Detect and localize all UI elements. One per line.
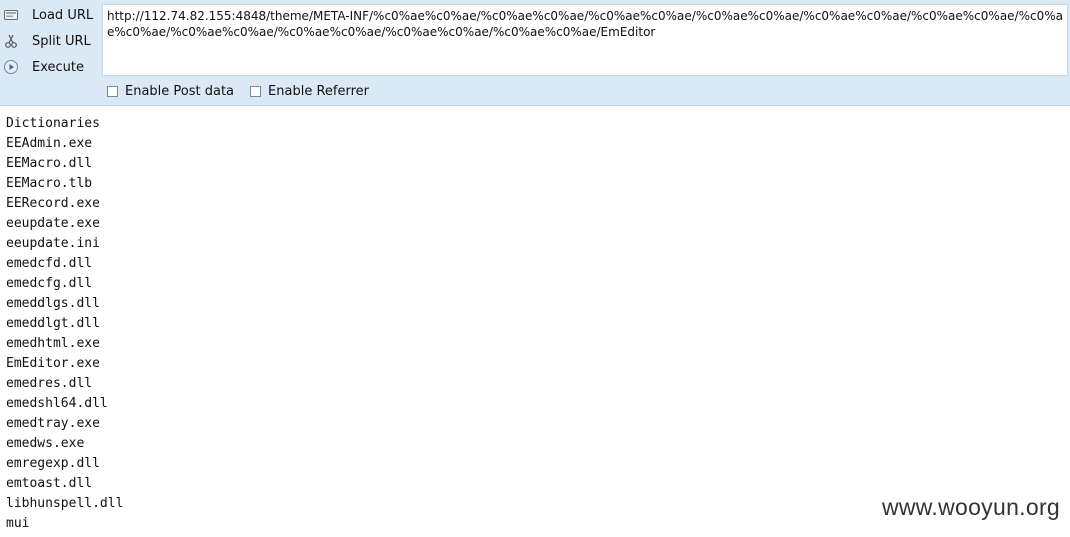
list-item: EmEditor.exe: [6, 356, 100, 371]
list-item: libhunspell.dll: [6, 496, 124, 511]
enable-post-label: Enable Post data: [125, 84, 235, 99]
split-url-icon: [3, 33, 19, 49]
execute-button[interactable]: Execute: [0, 54, 100, 80]
list-item: emeddlgs.dll: [6, 296, 100, 311]
load-url-button[interactable]: Load URL: [0, 2, 100, 28]
url-textarea[interactable]: http://112.74.82.155:4848/theme/META-INF…: [102, 4, 1068, 76]
enable-referrer-checkbox[interactable]: [250, 86, 262, 97]
list-item: EERecord.exe: [6, 196, 100, 211]
watermark-text: www.wooyun.org: [881, 494, 1060, 520]
list-item: emtoast.dll: [6, 476, 93, 491]
load-url-label: Load URL: [32, 7, 94, 23]
list-item: emedres.dll: [6, 376, 93, 391]
list-item: eeupdate.ini: [6, 236, 100, 251]
list-item: emedcfd.dll: [6, 256, 93, 271]
list-item: emregexp.dll: [6, 456, 100, 471]
list-item: mui: [6, 516, 30, 531]
list-item: eeupdate.exe: [6, 216, 100, 231]
list-item: emedws.exe: [6, 436, 85, 451]
list-item: EEMacro.tlb: [6, 176, 93, 191]
enable-post-checkbox[interactable]: [107, 86, 118, 97]
list-item: emedcfg.dll: [6, 276, 93, 291]
list-item: emedhtml.exe: [6, 336, 100, 351]
execute-icon: [3, 59, 19, 75]
split-url-button[interactable]: Split URL: [0, 28, 100, 54]
list-item: Dictionaries: [6, 116, 100, 131]
options-row: Enable Post data Enable Referrer: [107, 84, 385, 99]
execute-label: Execute: [32, 59, 84, 75]
enable-referrer-label: Enable Referrer: [268, 84, 369, 99]
directory-listing: Dictionaries EEAdmin.exe EEMacro.dll EEM…: [6, 114, 123, 534]
list-item: EEAdmin.exe: [6, 136, 93, 151]
list-item: emeddlgt.dll: [6, 316, 100, 331]
enable-post-option[interactable]: Enable Post data: [107, 84, 234, 99]
split-url-label: Split URL: [32, 33, 91, 49]
list-item: EEMacro.dll: [6, 156, 93, 171]
load-url-icon: [3, 7, 19, 23]
enable-referrer-option[interactable]: Enable Referrer: [250, 84, 369, 99]
action-buttons: Load URL Split URL Execute: [0, 2, 100, 80]
list-item: emedshl64.dll: [6, 396, 108, 411]
list-item: emedtray.exe: [6, 416, 100, 431]
hackbar-toolbar: Load URL Split URL Execute http://112.74…: [0, 0, 1070, 106]
